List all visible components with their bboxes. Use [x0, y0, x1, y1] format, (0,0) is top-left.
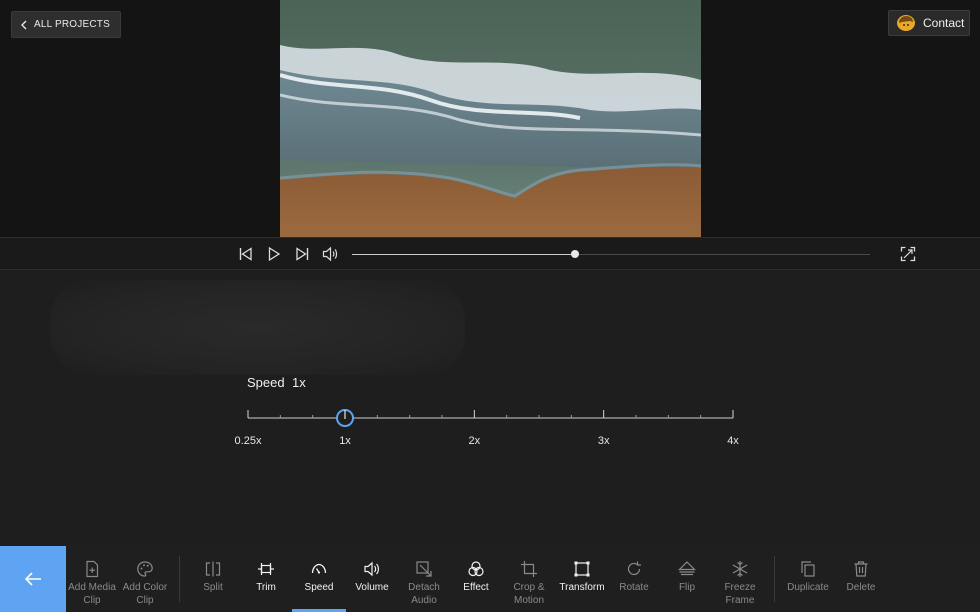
speed-tick-label: 2x: [469, 435, 481, 447]
video-preview: [280, 0, 701, 237]
add-color-clip-button[interactable]: Add Color Clip: [117, 560, 173, 612]
toolbar-divider: [774, 556, 775, 602]
speed-slider-scale: 0.25x 1x 2x 3x 4x: [235, 409, 739, 447]
freeze-frame-label: Freeze Frame: [724, 582, 756, 606]
fullscreen-icon: [900, 246, 916, 262]
speed-tick-label: 3x: [598, 435, 610, 447]
effect-icon: [467, 560, 485, 578]
rotate-label: Rotate: [619, 582, 649, 593]
skip-to-end-button[interactable]: [294, 246, 310, 262]
chevron-left-icon: [21, 20, 27, 29]
speedometer-icon: [310, 560, 328, 578]
crop-icon: [520, 560, 538, 578]
crop-motion-label: Crop & Motion: [513, 582, 545, 606]
rotate-icon: [625, 560, 643, 578]
contact-label: Contact: [923, 16, 965, 30]
speed-tick-label: 1x: [339, 435, 351, 447]
duplicate-label: Duplicate: [787, 582, 829, 593]
effect-button[interactable]: Effect: [448, 560, 504, 612]
delete-label: Delete: [846, 582, 876, 593]
effect-label: Effect: [463, 582, 489, 593]
add-media-clip-label: Add Media Clip: [68, 582, 116, 606]
speed-value: 1x: [292, 375, 306, 390]
trim-label: Trim: [256, 582, 276, 593]
transform-icon: [573, 560, 591, 578]
add-media-icon: [83, 560, 101, 578]
speed-tick-label: 4x: [727, 435, 739, 447]
trim-button[interactable]: Trim: [238, 560, 294, 612]
rotate-button[interactable]: Rotate: [606, 560, 662, 612]
play-button[interactable]: [266, 246, 282, 262]
add-color-clip-label: Add Color Clip: [122, 582, 168, 606]
bottom-toolbar: Add Media Clip Add Color Clip Split Trim…: [0, 546, 980, 612]
preview-area: ALL PROJECTS Contact: [0, 0, 980, 237]
beach-video-frame: [280, 0, 701, 237]
timeline-progress: [352, 254, 575, 255]
palette-icon: [136, 560, 154, 578]
add-media-clip-button[interactable]: Add Media Clip: [64, 560, 120, 612]
fullscreen-button[interactable]: [900, 246, 916, 262]
mute-button[interactable]: [322, 246, 338, 262]
delete-button[interactable]: Delete: [833, 560, 889, 612]
skip-forward-icon: [296, 247, 309, 261]
arrow-left-icon: [24, 572, 41, 586]
volume-button[interactable]: Volume: [344, 560, 400, 612]
speed-slider[interactable]: 0.25x 1x 2x 3x 4x: [235, 400, 745, 450]
all-projects-button[interactable]: ALL PROJECTS: [11, 11, 121, 38]
playback-timeline[interactable]: [352, 250, 870, 258]
detach-audio-button[interactable]: Detach Audio: [396, 560, 452, 612]
volume-label: Volume: [355, 582, 389, 593]
speed-button[interactable]: Speed: [291, 560, 347, 612]
snowflake-icon: [731, 560, 749, 578]
flip-icon: [678, 560, 696, 578]
timeline-knob[interactable]: [570, 250, 579, 258]
duplicate-button[interactable]: Duplicate: [780, 560, 836, 612]
volume-icon: [363, 560, 381, 578]
split-button[interactable]: Split: [185, 560, 241, 612]
flip-button[interactable]: Flip: [659, 560, 715, 612]
crop-motion-button[interactable]: Crop & Motion: [501, 560, 557, 612]
speed-tool-label: Speed: [304, 582, 334, 593]
duplicate-icon: [799, 560, 817, 578]
freeze-frame-button[interactable]: Freeze Frame: [712, 560, 768, 612]
playback-bar: [0, 237, 980, 270]
detach-audio-icon: [415, 560, 433, 578]
transform-label: Transform: [559, 582, 605, 593]
speaker-icon: [322, 246, 338, 262]
trash-icon: [852, 560, 870, 578]
trim-icon: [257, 560, 275, 578]
skip-to-start-button[interactable]: [238, 246, 254, 262]
split-icon: [204, 560, 222, 578]
flip-label: Flip: [678, 582, 696, 593]
transform-button[interactable]: Transform: [554, 560, 610, 612]
skip-back-icon: [239, 247, 252, 261]
speed-panel: Speed 1x 0.25x 1x 2x 3x 4x: [0, 270, 980, 546]
speed-slider-thumb[interactable]: [336, 409, 354, 427]
support-avatar-icon: [897, 15, 915, 31]
all-projects-label: ALL PROJECTS: [34, 19, 110, 30]
play-icon: [268, 246, 281, 262]
split-label: Split: [203, 582, 223, 593]
blurred-card: [50, 280, 465, 375]
contact-button[interactable]: Contact: [888, 10, 970, 36]
back-button[interactable]: [0, 546, 66, 612]
speed-tick-label: 0.25x: [235, 435, 262, 447]
toolbar-divider: [179, 556, 180, 602]
detach-audio-label: Detach Audio: [408, 582, 440, 606]
speed-label: Speed: [247, 375, 285, 390]
